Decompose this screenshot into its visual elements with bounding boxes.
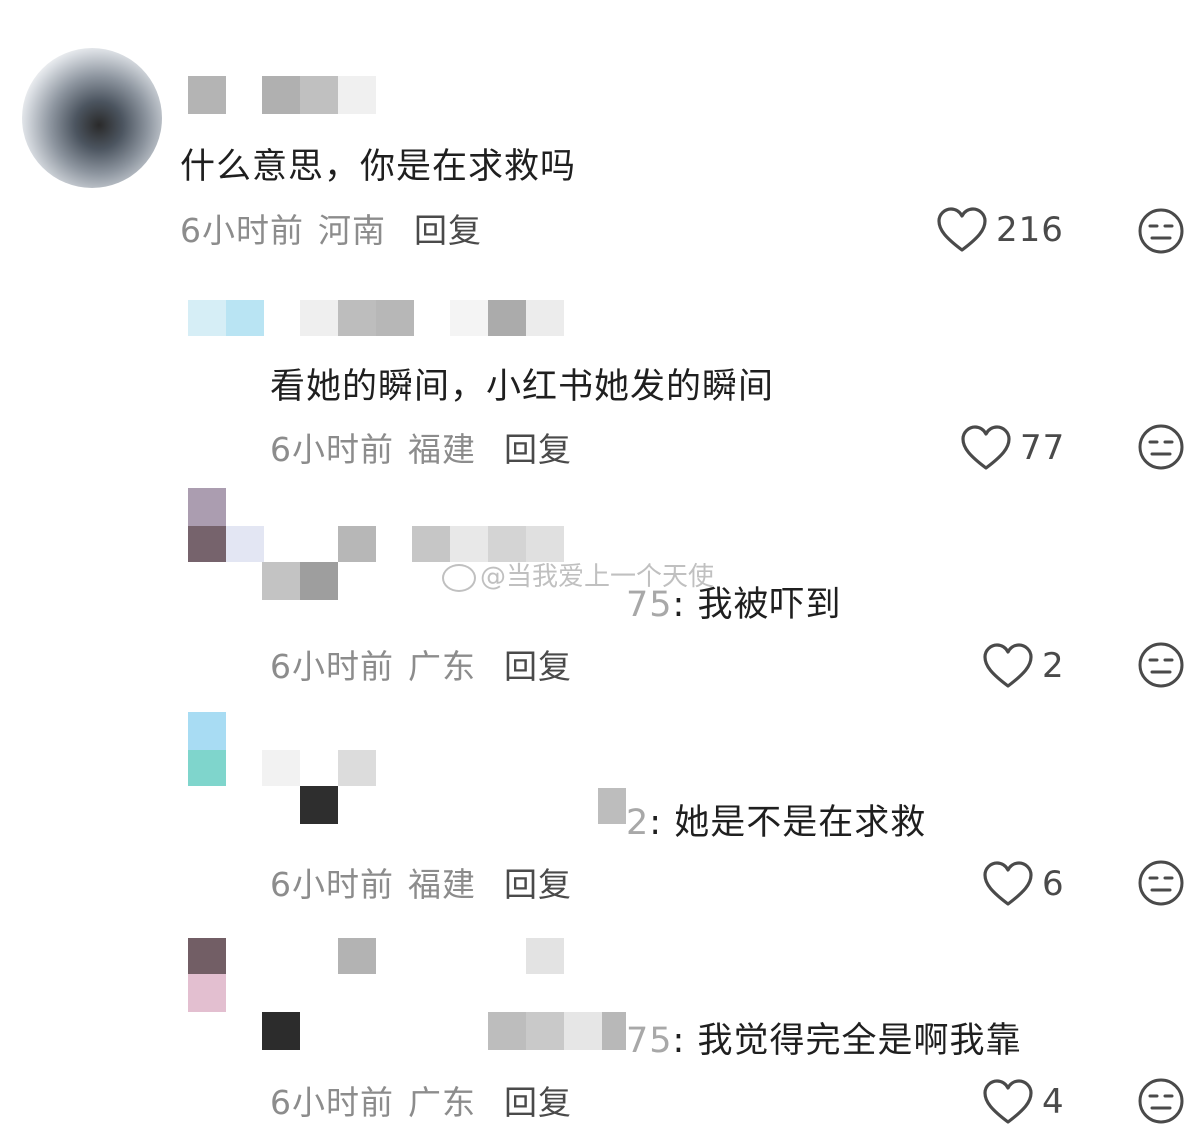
comment-region: 广东 (408, 1083, 476, 1122)
dislike-face-icon[interactable] (1136, 640, 1186, 690)
comment-time: 6小时前 (180, 211, 304, 250)
comment-time: 6小时前 (270, 430, 394, 469)
like-button[interactable]: 2 (982, 642, 1065, 690)
comment-body: : 我觉得完全是啊我靠 (672, 1021, 1022, 1061)
comment-region: 广东 (408, 647, 476, 686)
dislike-face-icon[interactable] (1136, 206, 1186, 256)
comment-time: 6小时前 (270, 647, 394, 686)
comment-region: 河南 (318, 211, 386, 250)
like-count: 4 (1042, 1082, 1065, 1122)
comment-time: 6小时前 (270, 865, 394, 904)
mention-suffix: 2 (626, 803, 650, 843)
dislike-face-icon[interactable] (1136, 858, 1186, 908)
like-button[interactable]: 77 (960, 424, 1065, 472)
weibo-icon (442, 563, 476, 592)
comment-text: 75: 我被吓到 (626, 576, 841, 627)
comment-text: 75: 我觉得完全是啊我靠 (626, 1012, 1021, 1063)
comment-body: : 她是不是在求救 (649, 803, 927, 843)
reply-button[interactable]: 回复 (504, 430, 572, 469)
comment-text: 什么意思，你是在求救吗 (180, 147, 577, 187)
mention-suffix: 75 (626, 585, 673, 625)
like-count: 77 (1020, 428, 1066, 468)
heart-icon (983, 1079, 1033, 1124)
comment-text: 看她的瞬间，小红书她发的瞬间 (270, 367, 775, 407)
dislike-face-icon[interactable] (1136, 422, 1186, 472)
reply-button[interactable]: 回复 (504, 647, 572, 686)
like-button[interactable]: 6 (982, 860, 1065, 908)
heart-icon (937, 207, 987, 252)
like-count: 2 (1042, 646, 1065, 686)
reply-button[interactable]: 回复 (504, 1083, 572, 1122)
like-count: 6 (1042, 864, 1065, 904)
mention-suffix: 75 (626, 1021, 673, 1061)
comment-region: 福建 (408, 865, 476, 904)
reply-button[interactable]: 回复 (414, 211, 482, 250)
like-button[interactable]: 216 (936, 206, 1064, 254)
comment-time: 6小时前 (270, 1083, 394, 1122)
comment-body: : 我被吓到 (672, 585, 842, 625)
comment-text: 2: 她是不是在求救 (626, 794, 926, 845)
comment-meta: 6小时前 广东 回复 (270, 640, 572, 688)
heart-icon (961, 425, 1011, 470)
comment-meta: 6小时前 福建 回复 (270, 423, 572, 471)
reply-button[interactable]: 回复 (504, 865, 572, 904)
like-button[interactable]: 4 (982, 1078, 1065, 1126)
comment-meta: 6小时前 福建 回复 (270, 858, 572, 906)
dislike-face-icon[interactable] (1136, 1076, 1186, 1126)
comment-meta: 6小时前 广东 回复 (270, 1076, 572, 1124)
avatar[interactable] (22, 48, 162, 188)
comment-region: 福建 (408, 430, 476, 469)
like-count: 216 (996, 210, 1064, 250)
heart-icon (983, 643, 1033, 688)
comment-meta: 6小时前 河南 回复 (180, 204, 482, 252)
heart-icon (983, 861, 1033, 906)
